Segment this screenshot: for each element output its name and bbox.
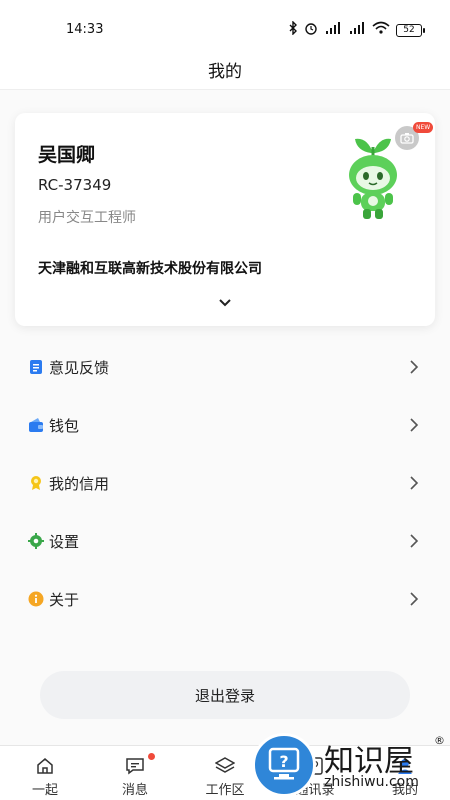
feedback-icon	[27, 359, 44, 376]
chevron-down-icon[interactable]	[215, 293, 235, 313]
chevron-right-icon	[408, 591, 420, 607]
user-id: RC-37349	[38, 176, 112, 194]
alarm-icon	[304, 21, 318, 39]
watermark-registered: ®	[434, 734, 445, 747]
tab-label: 一起	[31, 783, 58, 798]
svg-text:?: ?	[279, 752, 288, 771]
signal-hd-icon	[324, 21, 342, 39]
menu-label-credit: 我的信用	[49, 474, 110, 493]
chevron-right-icon	[408, 359, 420, 375]
tab-messages[interactable]: 消息	[90, 746, 180, 800]
tab-together[interactable]: 一起	[0, 746, 90, 800]
battery-icon: 52	[396, 23, 425, 37]
menu-label-settings: 设置	[49, 532, 80, 551]
watermark-logo: ? 知识屋 ® zhishiwu.com	[250, 730, 450, 800]
menu-label-feedback: 意见反馈	[49, 358, 110, 377]
wifi-icon	[372, 21, 390, 39]
menu-item-settings[interactable]: 设置	[0, 512, 450, 570]
info-icon	[27, 591, 44, 608]
page-header: 我的	[0, 50, 450, 90]
new-badge: NEW	[413, 122, 434, 133]
status-time: 14:33	[66, 22, 104, 37]
signal-hd-icon	[348, 21, 366, 39]
menu-label-wallet: 钱包	[49, 416, 80, 435]
tab-label: 消息	[121, 783, 148, 798]
status-icons: 52	[288, 20, 425, 39]
message-icon	[125, 756, 145, 776]
menu-item-feedback[interactable]: 意见反馈	[0, 338, 450, 396]
battery-level: 52	[403, 25, 415, 35]
wallet-icon	[27, 417, 44, 434]
company-name: 天津融和互联高新技术股份有限公司	[38, 261, 262, 277]
menu-item-about[interactable]: 关于	[0, 570, 450, 628]
home-icon	[35, 756, 55, 776]
chevron-right-icon	[408, 475, 420, 491]
credit-badge-icon	[27, 475, 44, 492]
chevron-right-icon	[408, 417, 420, 433]
logout-button[interactable]: 退出登录	[40, 671, 410, 719]
bluetooth-icon	[288, 20, 298, 39]
user-name: 吴国卿	[38, 144, 96, 166]
layers-icon	[215, 756, 235, 776]
menu-list: 意见反馈 钱包 我的信用 设置 关于	[0, 338, 450, 628]
menu-item-credit[interactable]: 我的信用	[0, 454, 450, 512]
menu-item-wallet[interactable]: 钱包	[0, 396, 450, 454]
profile-card[interactable]: 吴国卿 RC-37349 用户交互工程师 天津融和互联高新技术股份有限公司 NE…	[15, 113, 435, 326]
page-title: 我的	[208, 62, 242, 82]
chevron-right-icon	[408, 533, 420, 549]
gear-icon	[27, 533, 44, 550]
menu-label-about: 关于	[49, 590, 80, 609]
watermark-help-icon: ?	[252, 733, 316, 797]
user-role: 用户交互工程师	[38, 210, 136, 226]
screen: 14:33 52 我的 吴国卿 RC-37349 用户交互工程师 天津融和互联高…	[0, 0, 450, 800]
unread-dot	[148, 753, 155, 760]
watermark-domain: zhishiwu.com	[324, 774, 419, 790]
